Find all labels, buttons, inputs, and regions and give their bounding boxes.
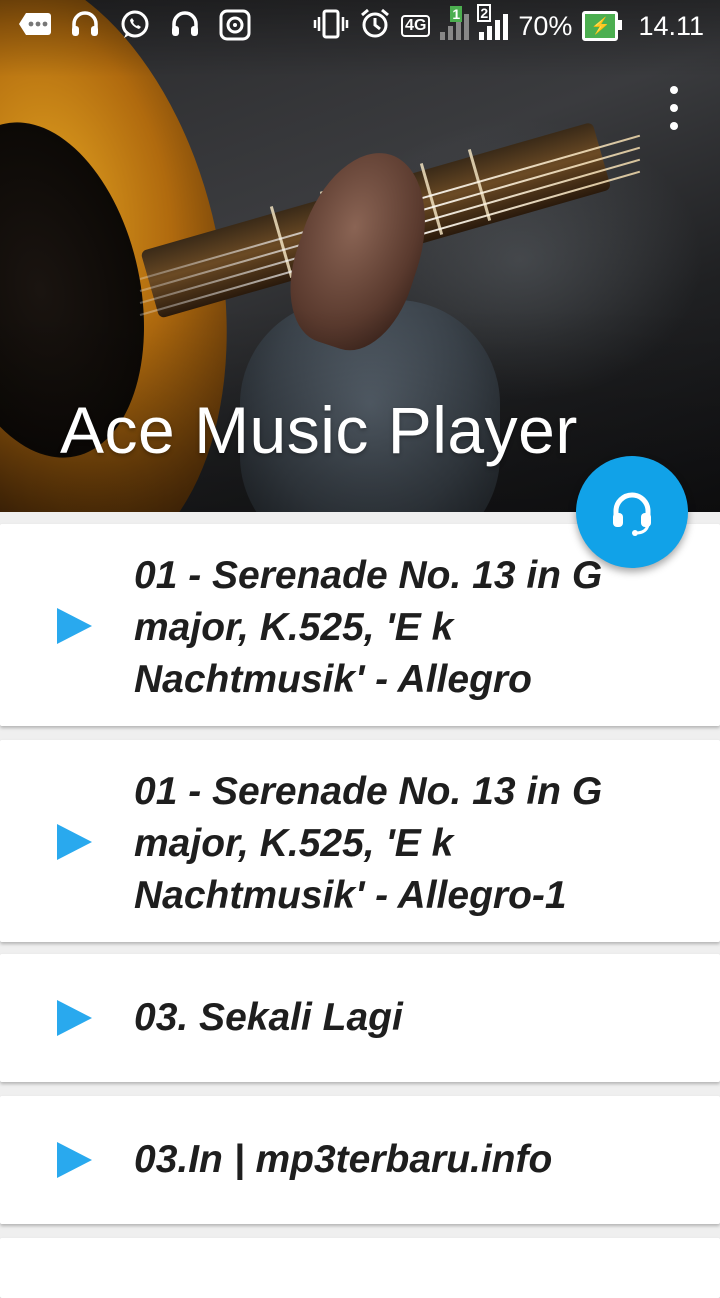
play-icon[interactable] (54, 822, 94, 862)
more-vert-icon[interactable] (656, 86, 692, 130)
list-item[interactable]: 01 - Serenade No. 13 in G major, K.525, … (0, 740, 720, 942)
sim2-badge: 2 (477, 4, 492, 22)
list-item[interactable]: 03.In | mp3terbaru.info (0, 1096, 720, 1224)
network-type-label: 4G (401, 15, 431, 37)
headset-icon (168, 8, 202, 42)
vibrate-icon (313, 9, 349, 44)
notification-icons (18, 8, 252, 42)
header-image: 4G 1 2 70% ⚡ 14.11 Ace Music Player (0, 0, 720, 512)
headset-icon (68, 8, 102, 42)
sim1-badge: 1 (450, 6, 463, 22)
alarm-icon (359, 8, 391, 45)
play-icon[interactable] (54, 606, 94, 646)
list-item[interactable]: 03. Sekali Lagi (0, 954, 720, 1082)
song-title: 03.In | mp3terbaru.info (134, 1138, 553, 1181)
play-icon[interactable] (54, 998, 94, 1038)
signal-sim2: 2 (477, 4, 509, 40)
headset-fab-button[interactable] (576, 456, 688, 568)
music-app-icon (218, 8, 252, 42)
song-title: 03. Sekali Lagi (134, 996, 403, 1039)
signal-sim1: 1 (440, 6, 470, 40)
song-title: 01 - Serenade No. 13 in G major, K.525, … (134, 554, 603, 701)
message-icon (18, 8, 52, 42)
app-title: Ace Music Player (60, 393, 578, 467)
song-title: 01 - Serenade No. 13 in G major, K.525, … (134, 770, 603, 917)
battery-charging-icon: ⚡ (582, 11, 623, 41)
play-icon[interactable] (54, 1140, 94, 1180)
status-bar: 4G 1 2 70% ⚡ 14.11 (0, 0, 720, 52)
system-icons: 4G 1 2 70% ⚡ 14.11 (313, 4, 704, 45)
list-item[interactable] (0, 1238, 720, 1298)
whatsapp-icon (118, 8, 152, 42)
headset-icon (613, 492, 651, 536)
battery-percent: 70% (518, 10, 573, 41)
clock: 14.11 (638, 10, 704, 41)
